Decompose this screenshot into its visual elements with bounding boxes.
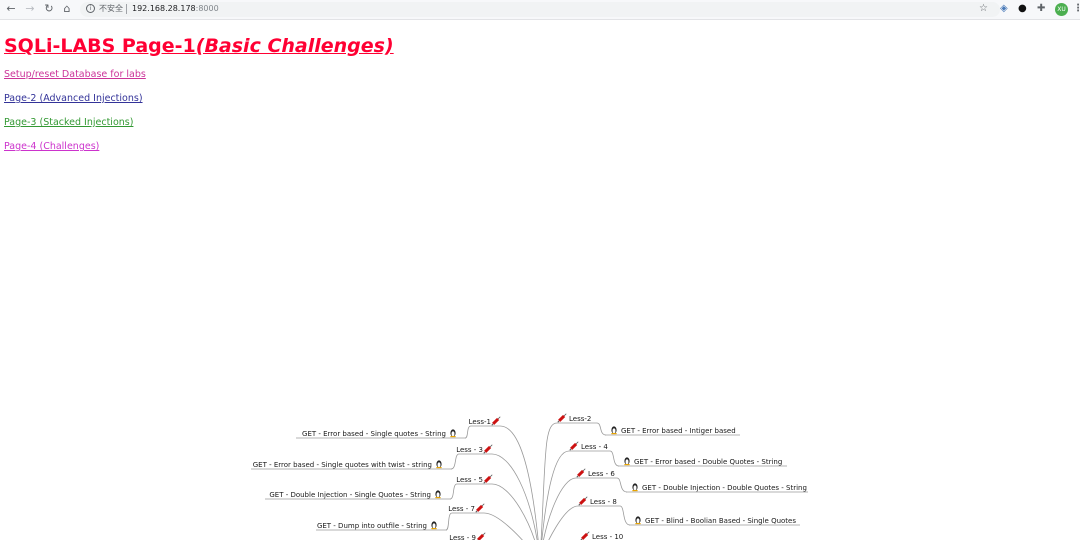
syringe-icon xyxy=(475,503,485,513)
page-title-main: SQLi-LABS Page-1 xyxy=(4,35,196,57)
penguin-icon xyxy=(450,429,456,438)
lesson-label-right[interactable]: Less - 8 xyxy=(590,498,617,506)
syringe-icon xyxy=(576,468,586,478)
lesson-label-left[interactable]: Less - 7 xyxy=(448,505,475,513)
url-port: :8000 xyxy=(195,4,219,13)
back-arrow-icon[interactable]: ← xyxy=(4,2,18,16)
puzzle-icon[interactable]: ✚ xyxy=(1037,3,1045,15)
security-label[interactable]: 不安全 xyxy=(99,3,123,15)
lesson-label-left[interactable]: Less - 9 xyxy=(449,534,476,540)
syringe-icon xyxy=(580,531,590,540)
page-title: SQLi-LABS Page-1(Basic Challenges) xyxy=(4,33,394,59)
url-text[interactable]: 192.168.28.178:8000 xyxy=(132,3,219,15)
mindmap-sub-branch xyxy=(464,425,472,439)
syringe-icon xyxy=(578,496,588,506)
mindmap-sub-branch xyxy=(596,422,607,436)
lesson-label-left[interactable]: Less - 5 xyxy=(456,476,483,484)
mindmap-sub-branch xyxy=(450,453,460,470)
page-2-link[interactable]: Page-2 (Advanced Injections) xyxy=(4,93,143,105)
penguin-icon xyxy=(436,460,442,469)
page-3-link[interactable]: Page-3 (Stacked Injections) xyxy=(4,117,133,129)
extension-icon[interactable]: ◈ xyxy=(1000,3,1008,15)
syringe-icon xyxy=(569,441,579,451)
mindmap-sub-branch xyxy=(619,505,631,526)
challenge-desc-left[interactable]: GET - Double Injection - Single Quotes -… xyxy=(269,491,431,499)
syringe-icon xyxy=(557,413,567,423)
mindmap-sub-branch xyxy=(449,483,458,500)
page-4-link[interactable]: Page-4 (Challenges) xyxy=(4,141,99,153)
mindmap-sub-branch xyxy=(445,512,453,531)
penguin-icon xyxy=(635,516,641,525)
challenge-desc-right[interactable]: GET - Error based - Double Quotes - Stri… xyxy=(634,458,782,466)
mindmap-branch-right xyxy=(541,450,570,540)
syringe-icon xyxy=(483,444,493,454)
forward-arrow-icon[interactable]: → xyxy=(23,2,37,16)
lesson-label-left[interactable]: Less-1 xyxy=(469,418,491,426)
avatar[interactable]: XU xyxy=(1055,3,1068,16)
penguin-icon xyxy=(435,490,441,499)
mindmap-sub-branch xyxy=(616,477,628,493)
syringe-icon xyxy=(491,416,501,426)
challenge-desc-left[interactable]: GET - Error based - Single quotes with t… xyxy=(253,461,432,469)
browser-toolbar: ← → ↻ ⌂ i 不安全 192.168.28.178:8000 ☆ ◈ ● … xyxy=(0,0,1080,20)
lesson-label-right[interactable]: Less - 6 xyxy=(588,470,615,478)
lesson-label-left[interactable]: Less - 3 xyxy=(456,446,483,454)
syringe-icon xyxy=(476,532,486,540)
challenge-desc-left[interactable]: GET - Error based - Single quotes - Stri… xyxy=(302,430,446,438)
extension-circle-icon[interactable]: ● xyxy=(1018,3,1027,15)
url-host: 192.168.28.178 xyxy=(132,4,196,13)
page-title-sub: (Basic Challenges) xyxy=(195,35,394,57)
star-icon[interactable]: ☆ xyxy=(979,3,988,15)
penguin-icon xyxy=(632,483,638,492)
lessons-mindmap: Less-1 GET - Error based - Single quotes … xyxy=(251,413,808,540)
url-divider xyxy=(126,4,127,14)
home-icon[interactable]: ⌂ xyxy=(60,2,74,16)
penguin-icon xyxy=(431,521,437,530)
challenge-desc-right[interactable]: GET - Error based - Intiger based xyxy=(621,427,736,435)
challenge-desc-left[interactable]: GET - Dump into outfile - String xyxy=(317,522,427,530)
setup-reset-link[interactable]: Setup/reset Database for labs xyxy=(4,69,146,81)
info-icon[interactable]: i xyxy=(86,4,95,13)
lesson-label-right[interactable]: Less - 10 xyxy=(592,533,623,540)
penguin-icon xyxy=(611,426,617,435)
lesson-label-right[interactable]: Less-2 xyxy=(569,415,591,423)
mindmap-branch-right xyxy=(540,422,558,540)
mindmap-branch-left xyxy=(483,512,523,540)
menu-icon[interactable]: ⋮ xyxy=(1073,3,1080,15)
reload-icon[interactable]: ↻ xyxy=(42,2,56,16)
mindmap-branch-left xyxy=(491,483,535,540)
lesson-label-right[interactable]: Less - 4 xyxy=(581,443,608,451)
mindmap-sub-branch xyxy=(609,450,620,467)
challenge-desc-right[interactable]: GET - Blind - Boolian Based - Single Quo… xyxy=(645,517,796,525)
challenge-desc-right[interactable]: GET - Double Injection - Double Quotes -… xyxy=(642,484,807,492)
syringe-icon xyxy=(483,474,493,484)
penguin-icon xyxy=(624,457,630,466)
